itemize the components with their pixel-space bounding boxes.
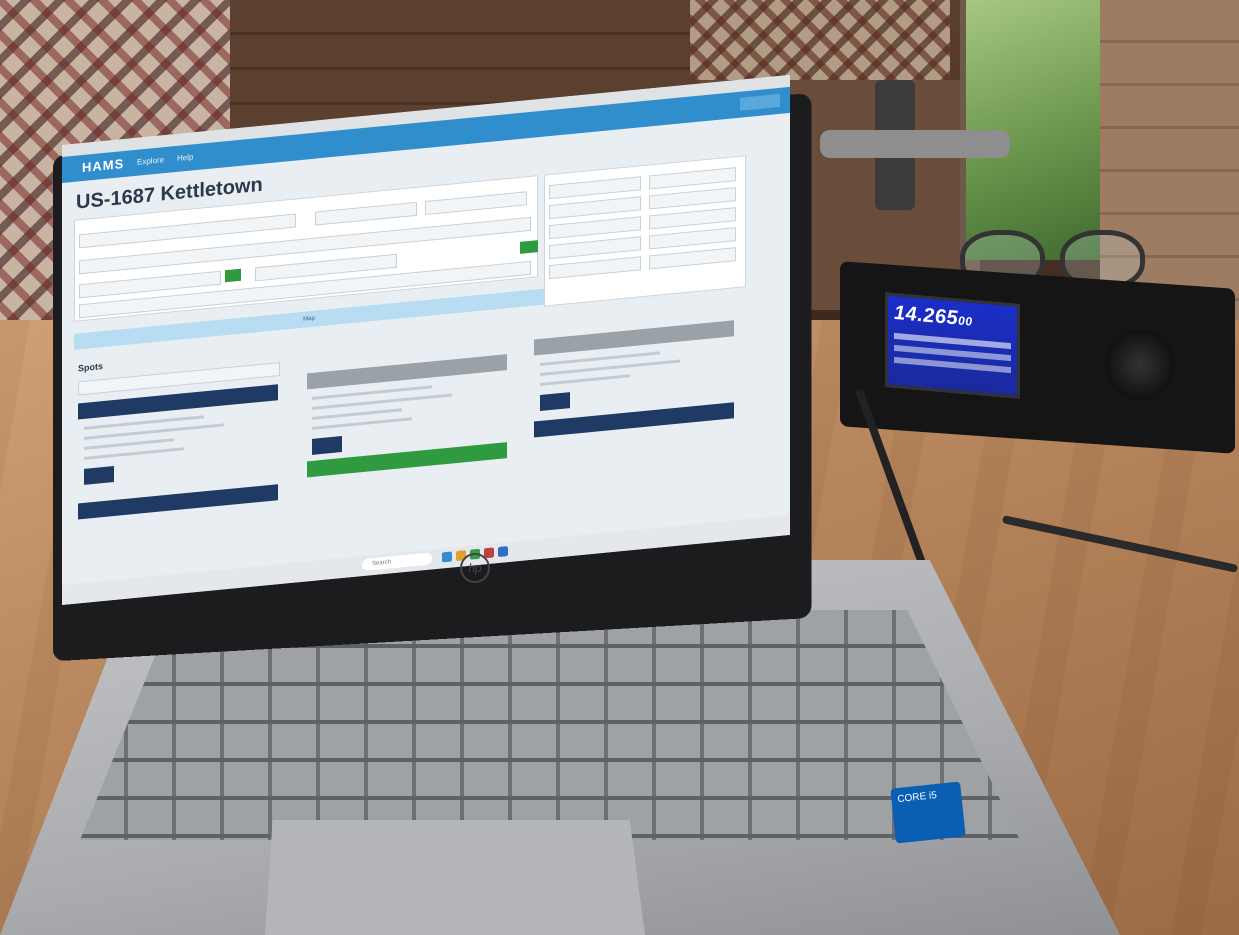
spot-card-line [84,447,184,460]
intel-core-badge: CORE i5 [890,781,966,844]
spot-card-line [312,408,402,420]
spot-card-line [84,438,174,450]
laptop-screen: HAMS Explore Help US-1687 Kettletown Map… [62,74,790,606]
spots-heading: Spots [78,361,104,374]
radio-frequency: 14.26500 [894,301,973,330]
details-panel [544,155,746,307]
spot-card-button[interactable] [84,465,114,485]
add-button[interactable] [225,268,241,283]
taskbar-app-icon[interactable] [498,546,508,558]
spot-card-line [312,417,412,430]
form-field[interactable] [425,191,527,216]
nav-link-help[interactable]: Help [177,152,193,163]
spot-card-line [540,374,630,386]
detail-field[interactable] [649,187,736,210]
detail-field[interactable] [549,196,641,220]
taskbar-app-icon[interactable] [442,551,452,563]
spot-card-button[interactable] [312,436,342,455]
detail-field[interactable] [549,236,641,260]
nav-link-explore[interactable]: Explore [137,155,164,167]
radio-display: 14.26500 [885,292,1020,399]
form-field[interactable] [315,201,417,226]
plaid-curtain-top [690,0,950,80]
detail-field[interactable] [549,216,641,240]
taskbar-search[interactable]: Search [362,552,432,572]
door-handle [820,130,1010,158]
radio-tuning-knob [1105,330,1175,400]
detail-field[interactable] [649,207,736,230]
nav-login-button[interactable] [740,93,780,111]
app-brand[interactable]: HAMS [82,156,124,175]
hp-logo: hp [460,553,490,583]
spot-card-header[interactable] [534,320,734,356]
detail-field[interactable] [649,167,736,190]
detail-field[interactable] [649,247,736,270]
spot-card-header[interactable] [307,354,507,390]
spot-card-button[interactable] [540,392,570,411]
detail-field[interactable] [549,176,641,200]
save-button[interactable] [520,240,538,254]
detail-field[interactable] [649,227,736,250]
spot-card-header[interactable] [78,484,278,520]
detail-field[interactable] [549,256,641,280]
laptop-touchpad [265,820,645,935]
